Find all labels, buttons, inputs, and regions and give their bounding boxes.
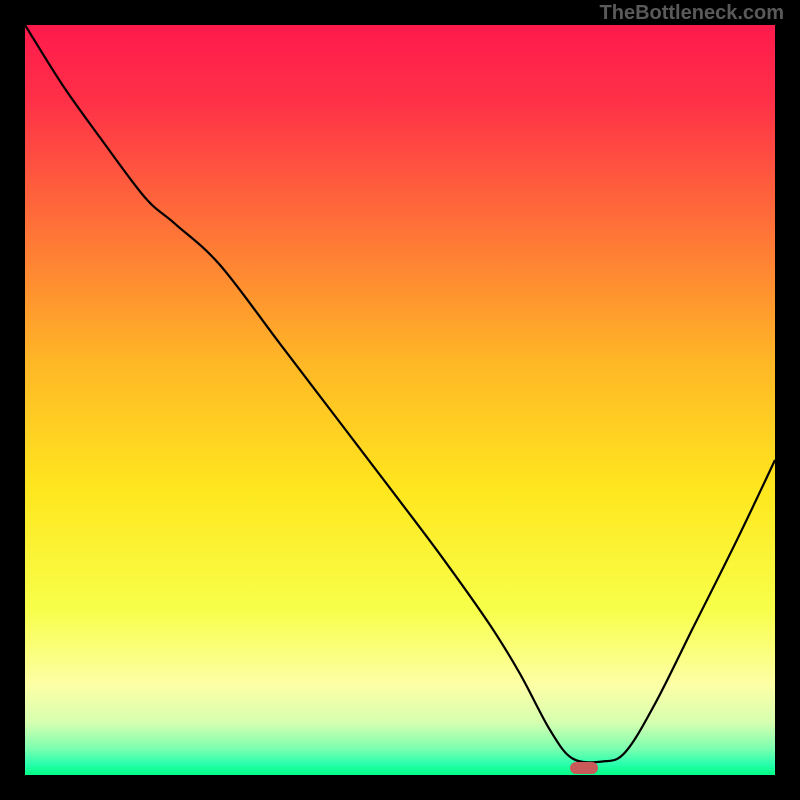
chart-plot-area bbox=[25, 25, 775, 775]
bottleneck-curve bbox=[25, 25, 775, 775]
optimal-point-marker bbox=[570, 762, 598, 774]
watermark-label: TheBottleneck.com bbox=[600, 2, 784, 25]
